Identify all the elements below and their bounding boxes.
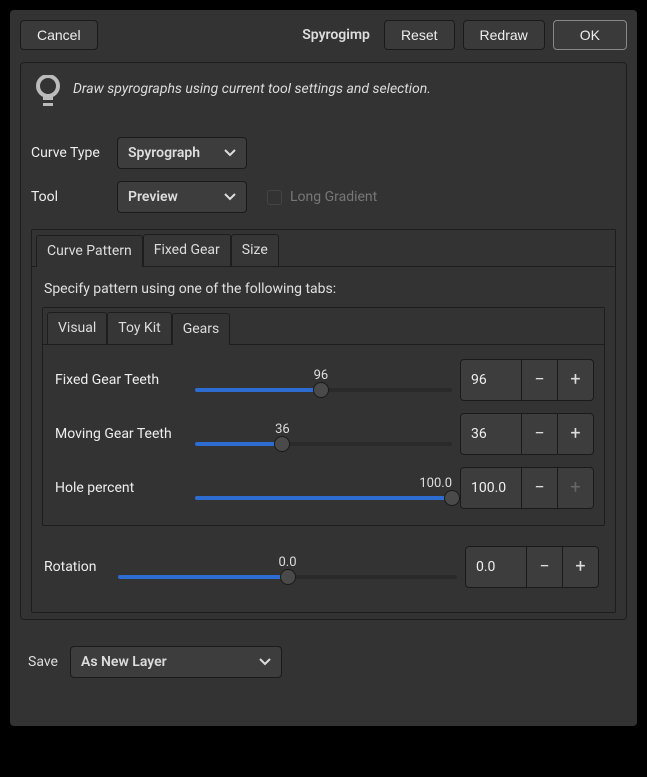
slider-thumb[interactable] — [313, 382, 329, 398]
slider-fill — [195, 388, 321, 392]
rotation-label: Rotation — [44, 559, 110, 575]
ok-button[interactable]: OK — [553, 20, 627, 50]
tool-label: Tool — [31, 189, 105, 205]
inner-tabs-panel: Visual Toy Kit Gears Fixed Gear Teeth 96 — [42, 307, 605, 526]
title-bar: Cancel Spyrogimp Reset Redraw OK — [10, 10, 637, 62]
inner-tabs-content: Fixed Gear Teeth 96 96 — [43, 345, 604, 525]
tool-select[interactable]: Preview — [117, 181, 247, 213]
hole-percent-spin: 100.0 − + — [460, 467, 594, 509]
minus-button[interactable]: − — [527, 546, 563, 588]
fixed-gear-teeth-slider[interactable]: 96 — [195, 368, 452, 392]
redraw-button[interactable]: Redraw — [463, 20, 545, 50]
curve-type-select[interactable]: Spyrograph — [117, 137, 247, 169]
plus-button[interactable]: + — [558, 359, 594, 401]
moving-gear-teeth-slider[interactable]: 36 — [195, 422, 452, 446]
tabs-row: Curve Pattern Fixed Gear Size — [32, 230, 615, 267]
long-gradient-label: Long Gradient — [290, 189, 377, 205]
inner-tabs-row: Visual Toy Kit Gears — [43, 308, 604, 345]
rotation-row: Rotation 0.0 0.0 − + — [42, 540, 605, 594]
plus-button: + — [558, 467, 594, 509]
moving-gear-teeth-row: Moving Gear Teeth 36 36 — [47, 407, 600, 461]
long-gradient-row: Long Gradient — [267, 189, 377, 205]
slider-value-label: 36 — [275, 422, 290, 437]
info-row: Draw spyrographs using current tool sett… — [21, 63, 626, 137]
moving-gear-teeth-spin: 36 − + — [460, 413, 594, 455]
chevron-down-icon — [224, 149, 236, 157]
info-text: Draw spyrographs using current tool sett… — [73, 75, 431, 97]
tab-fixed-gear[interactable]: Fixed Gear — [143, 234, 231, 266]
fixed-gear-teeth-input[interactable]: 96 — [460, 359, 522, 401]
hole-percent-label: Hole percent — [55, 480, 187, 496]
save-value: As New Layer — [81, 654, 167, 670]
tool-value: Preview — [128, 189, 178, 205]
dialog-window: Cancel Spyrogimp Reset Redraw OK Draw sp… — [10, 10, 637, 726]
tab-size[interactable]: Size — [231, 234, 279, 266]
moving-gear-teeth-input[interactable]: 36 — [460, 413, 522, 455]
rotation-spin: 0.0 − + — [465, 546, 599, 588]
plus-button[interactable]: + — [558, 413, 594, 455]
slider-value-label: 0.0 — [278, 555, 296, 570]
rotation-input[interactable]: 0.0 — [465, 546, 527, 588]
plus-button[interactable]: + — [563, 546, 599, 588]
main-panel: Draw spyrographs using current tool sett… — [20, 62, 627, 620]
tabs-hint: Specify pattern using one of the followi… — [42, 281, 605, 297]
minus-button[interactable]: − — [522, 359, 558, 401]
save-select[interactable]: As New Layer — [70, 646, 282, 678]
tab-toy-kit[interactable]: Toy Kit — [107, 312, 171, 344]
hole-percent-slider[interactable]: 100.0 — [195, 476, 452, 500]
cancel-button[interactable]: Cancel — [20, 20, 98, 50]
slider-fill — [195, 442, 282, 446]
reset-button[interactable]: Reset — [384, 20, 455, 50]
hole-percent-row: Hole percent 100.0 100.0 — [47, 461, 600, 515]
slider-track — [195, 496, 452, 500]
save-row: Save As New Layer — [10, 630, 637, 702]
minus-button[interactable]: − — [522, 467, 558, 509]
tabs-panel: Curve Pattern Fixed Gear Size Specify pa… — [31, 229, 616, 613]
moving-gear-teeth-label: Moving Gear Teeth — [55, 426, 187, 442]
tab-curve-pattern[interactable]: Curve Pattern — [36, 235, 143, 267]
slider-fill — [195, 496, 452, 500]
slider-thumb[interactable] — [444, 490, 460, 506]
slider-thumb[interactable] — [274, 436, 290, 452]
long-gradient-checkbox[interactable] — [267, 190, 282, 205]
tab-gears[interactable]: Gears — [172, 313, 231, 345]
curve-type-value: Spyrograph — [128, 145, 200, 161]
tool-row: Tool Preview Long Gradient — [31, 181, 616, 213]
slider-value-label: 96 — [314, 368, 329, 383]
hole-percent-input[interactable]: 100.0 — [460, 467, 522, 509]
tab-visual[interactable]: Visual — [47, 312, 107, 344]
save-label: Save — [28, 654, 60, 670]
fixed-gear-teeth-spin: 96 − + — [460, 359, 594, 401]
lightbulb-icon — [35, 75, 61, 111]
slider-track — [195, 442, 452, 446]
minus-button[interactable]: − — [522, 413, 558, 455]
slider-value-label: 100.0 — [419, 476, 452, 491]
curve-type-row: Curve Type Spyrograph — [31, 137, 616, 169]
fixed-gear-teeth-label: Fixed Gear Teeth — [55, 372, 187, 388]
fixed-gear-teeth-row: Fixed Gear Teeth 96 96 — [47, 353, 600, 407]
slider-fill — [118, 575, 288, 579]
tabs-content: Specify pattern using one of the followi… — [32, 267, 615, 612]
chevron-down-icon — [224, 193, 236, 201]
slider-track — [118, 575, 457, 579]
curve-type-label: Curve Type — [31, 145, 105, 161]
form-body: Curve Type Spyrograph Tool Preview — [21, 137, 626, 619]
dialog-title: Spyrogimp — [106, 27, 376, 43]
slider-thumb[interactable] — [280, 569, 296, 585]
slider-track — [195, 388, 452, 392]
rotation-slider[interactable]: 0.0 — [118, 555, 457, 579]
chevron-down-icon — [259, 658, 271, 666]
